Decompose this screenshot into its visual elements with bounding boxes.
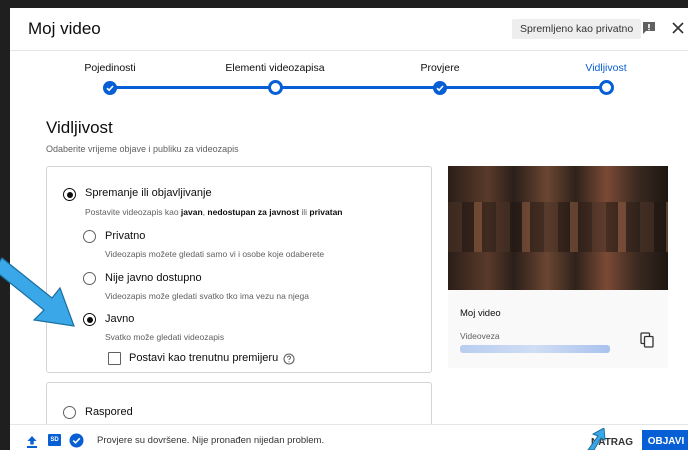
thumbnail-blur <box>448 202 668 252</box>
saved-status-badge: Spremljeno kao privatno <box>512 19 642 39</box>
unlisted-label: Nije javno dostupno <box>105 272 202 284</box>
annotation-arrow-icon <box>587 428 606 450</box>
visibility-options-card: Spremanje ili objavljivanje Postavite vi… <box>46 166 432 373</box>
preview-video-title: Moj video <box>460 308 501 319</box>
step-label: Provjere <box>420 62 460 74</box>
stepper-line <box>110 86 606 89</box>
dialog-header: Moj video Spremljeno kao privatno <box>10 8 688 50</box>
video-preview-panel: Moj video Videoveza <box>448 166 668 368</box>
unlisted-desc: Videozapis može gledati svatko tko ima v… <box>105 291 309 301</box>
copy-icon[interactable] <box>640 332 654 348</box>
step-details[interactable]: Pojedinosti <box>55 50 165 95</box>
private-desc: Videozapis možete gledati samo vi i osob… <box>105 249 325 259</box>
public-desc: Svatko može gledati videozapis <box>105 332 225 342</box>
section-title: Vidljivost <box>46 118 113 137</box>
schedule-label: Raspored <box>85 406 133 418</box>
publish-button[interactable]: OBJAVI <box>642 430 688 450</box>
checkmark-icon <box>433 81 447 95</box>
checks-done-icon <box>69 433 84 448</box>
section-subtitle: Odaberite vrijeme objave i publiku za vi… <box>46 144 239 154</box>
step-circle-icon <box>267 80 283 95</box>
premiere-checkbox[interactable] <box>108 352 121 365</box>
checks-status-text: Provjere su dovršene. Nije pronađen nije… <box>97 435 325 446</box>
upload-icon <box>27 436 37 448</box>
premiere-label: Postavi kao trenutnu premijeru <box>129 352 279 364</box>
public-label: Javno <box>105 313 135 325</box>
step-checks[interactable]: Provjere <box>385 50 495 95</box>
private-label: Privatno <box>105 230 146 242</box>
video-thumbnail[interactable] <box>448 166 668 290</box>
step-video-elements[interactable]: Elementi videozapisa <box>220 50 330 95</box>
annotation-arrow-icon <box>0 257 75 327</box>
step-label: Elementi videozapisa <box>225 62 325 74</box>
save-publish-label: Spremanje ili objavljivanje <box>85 187 212 199</box>
close-icon[interactable] <box>670 20 686 36</box>
video-link-label: Videoveza <box>460 331 500 341</box>
step-label: Pojedinosti <box>84 62 136 74</box>
save-publish-desc: Postavite videozapis kao javan, nedostup… <box>85 207 343 217</box>
step-circle-icon <box>598 80 614 95</box>
feedback-icon[interactable] <box>641 20 657 36</box>
help-icon[interactable] <box>283 353 295 365</box>
video-link-url-redacted[interactable] <box>460 345 610 353</box>
dialog-title: Moj video <box>28 19 101 38</box>
upload-dialog: Moj video Spremljeno kao privatno Pojedi… <box>10 8 688 450</box>
step-visibility[interactable]: Vidljivost <box>551 50 661 95</box>
hd-badge-icon: SD <box>48 434 61 446</box>
schedule-radio[interactable] <box>63 406 76 419</box>
step-label: Vidljivost <box>585 62 627 74</box>
progress-stepper: Pojedinosti Elementi videozapisa Provjer… <box>10 50 688 112</box>
checkmark-icon <box>103 81 117 95</box>
save-publish-radio[interactable] <box>63 188 76 201</box>
private-radio[interactable] <box>83 230 96 243</box>
